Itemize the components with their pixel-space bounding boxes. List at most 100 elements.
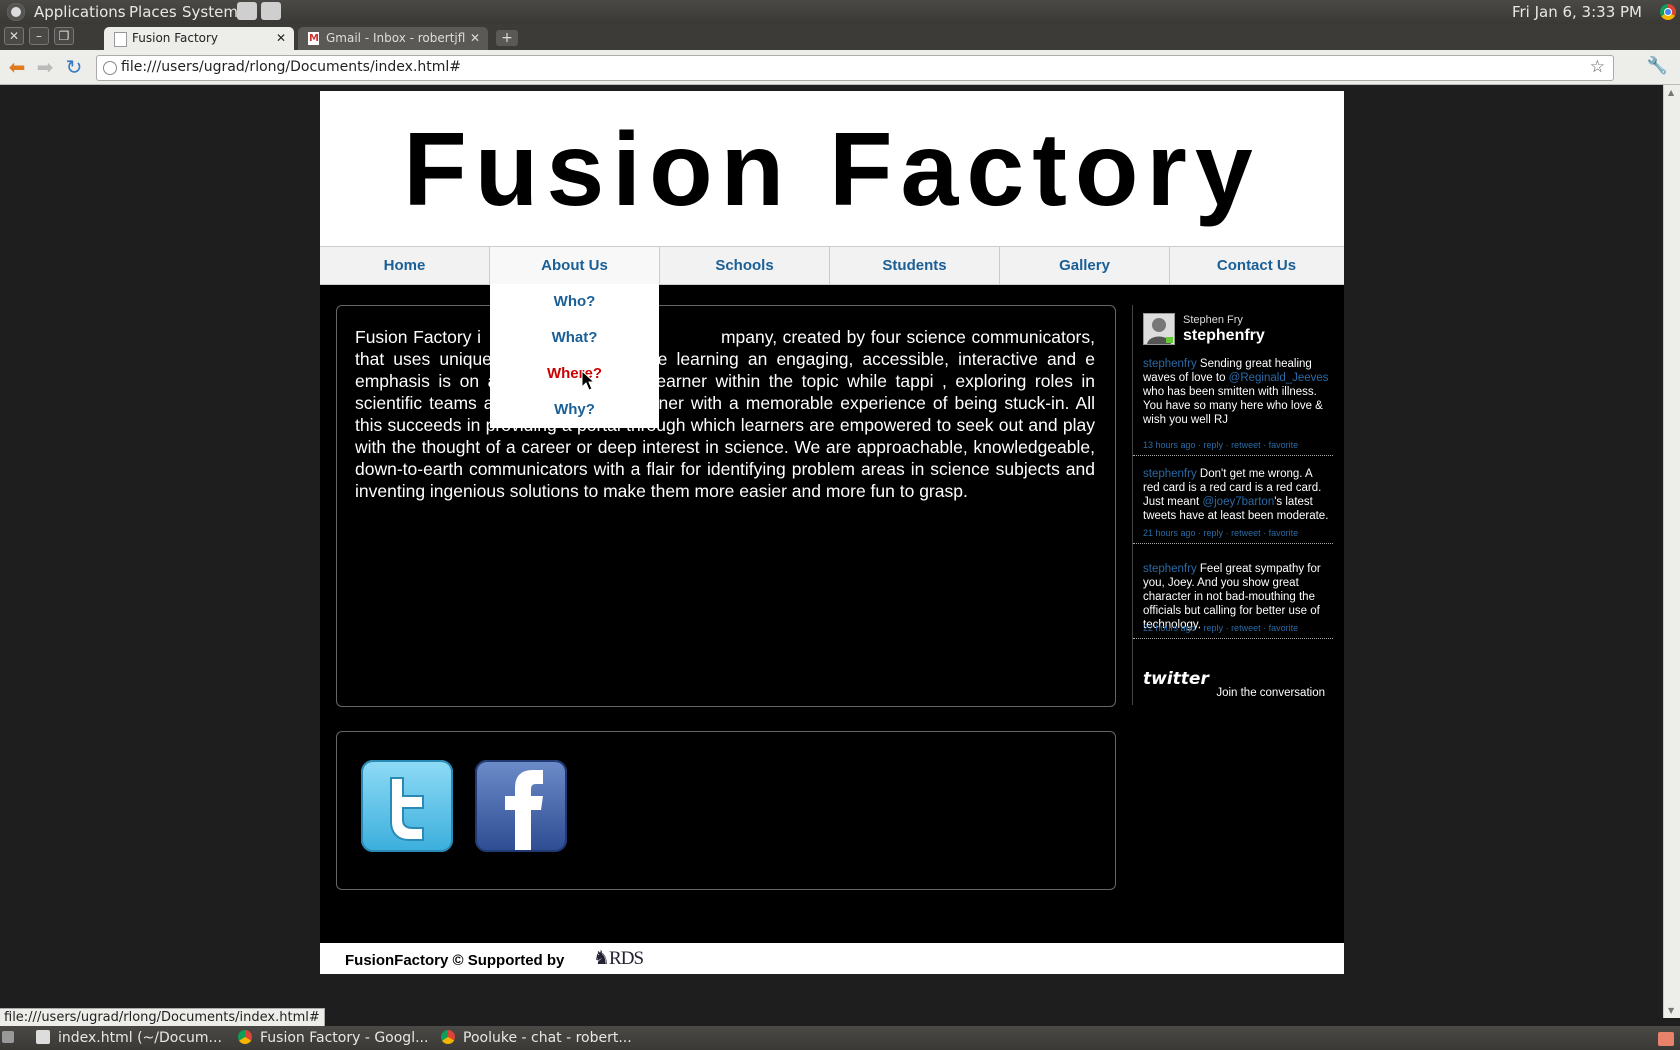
forward-arrow-icon[interactable]: ➡	[34, 56, 56, 78]
taskbar-item-editor[interactable]: index.html (~/Docum...	[36, 1029, 222, 1047]
chrome-icon	[238, 1030, 252, 1044]
tweet-favorite[interactable]: favorite	[1269, 623, 1299, 633]
mouse-cursor-icon	[581, 369, 596, 391]
dropdown-where[interactable]: Where?	[490, 365, 659, 382]
window-close-icon[interactable]: ✕	[4, 27, 24, 45]
tweet-item: stephenfry Feel great sympathy for you, …	[1133, 562, 1333, 639]
ubuntu-logo-icon[interactable]	[7, 3, 25, 21]
tab-label: Fusion Factory	[132, 31, 219, 45]
page-icon	[114, 32, 127, 47]
tweet-time[interactable]: 13 hours ago	[1143, 440, 1196, 450]
menu-system[interactable]: System	[182, 3, 238, 21]
tweet-retweet[interactable]: retweet	[1231, 623, 1261, 633]
nav-students[interactable]: Students	[830, 247, 1000, 284]
tweet-meta: 21 hours ago · reply · retweet · favorit…	[1143, 528, 1299, 538]
gmail-icon	[308, 27, 319, 50]
nav-home[interactable]: Home	[320, 247, 490, 284]
chrome-indicator-icon[interactable]	[1660, 4, 1676, 20]
trash-icon[interactable]	[1658, 1032, 1674, 1046]
tab-close-icon[interactable]: ✕	[276, 27, 286, 50]
facebook-f-icon[interactable]	[475, 760, 567, 852]
tweet-item: stephenfry Sending great healing waves o…	[1133, 357, 1333, 456]
tweet-reply[interactable]: reply	[1204, 528, 1224, 538]
nav-about-us[interactable]: About Us	[490, 247, 660, 284]
twitter-handle[interactable]: stephenfry	[1183, 327, 1265, 345]
tweet-body-end: who has been smitten with illness. You h…	[1143, 386, 1323, 426]
tweet-text: stephenfry Sending great healing waves o…	[1143, 357, 1329, 427]
menu-places[interactable]: Places	[129, 3, 177, 21]
wrench-menu-icon[interactable]: 🔧	[1647, 56, 1668, 76]
url-text[interactable]: file:///users/ugrad/rlong/Documents/inde…	[121, 59, 461, 75]
text-editor-icon	[36, 1030, 50, 1044]
tweet-retweet[interactable]: retweet	[1231, 528, 1261, 538]
rds-logo-text: RDS	[609, 948, 644, 969]
nav-schools[interactable]: Schools	[660, 247, 830, 284]
tab-gmail[interactable]: Gmail - Inbox - robertjflong ✕	[298, 27, 488, 50]
tab-close-icon[interactable]: ✕	[470, 27, 480, 50]
twitter-avatar[interactable]	[1143, 313, 1175, 345]
window-restore-icon[interactable]: ❐	[54, 27, 74, 45]
tweet-user-link[interactable]: stephenfry	[1143, 468, 1197, 480]
taskbar-label: index.html (~/Docum...	[58, 1030, 222, 1046]
tweet-item: stephenfry Don't get me wrong. A red car…	[1133, 467, 1333, 544]
reload-icon[interactable]: ↻	[63, 56, 85, 78]
dropdown-why[interactable]: Why?	[490, 401, 659, 418]
nav-contact-us[interactable]: Contact Us	[1170, 247, 1343, 284]
browser-toolbar: ⬅ ➡ ↻ file:///users/ugrad/rlong/Document…	[0, 50, 1680, 85]
twitter-bird-icon[interactable]	[361, 760, 453, 852]
tweet-time[interactable]: 22 hours ago	[1143, 623, 1196, 633]
main-nav: Home About Us Schools Students Gallery C…	[320, 246, 1344, 285]
social-panel	[336, 731, 1116, 890]
bookmark-star-icon[interactable]: ☆	[1590, 57, 1605, 77]
site-footer: FusionFactory © Supported by ♞RDS	[320, 943, 1344, 974]
menu-applications[interactable]: Applications	[34, 3, 126, 21]
address-bar[interactable]: file:///users/ugrad/rlong/Documents/inde…	[96, 55, 1614, 81]
tweet-mention-link[interactable]: @joey7barton	[1202, 496, 1274, 508]
nav-gallery[interactable]: Gallery	[1000, 247, 1170, 284]
tweet-reply[interactable]: reply	[1204, 440, 1224, 450]
tweet-user-link[interactable]: stephenfry	[1143, 563, 1197, 575]
tweet-favorite[interactable]: favorite	[1269, 528, 1299, 538]
taskbar-item-pooluke-chat[interactable]: Pooluke - chat - robert...	[441, 1029, 632, 1047]
window-minimize-icon[interactable]: –	[29, 27, 49, 45]
tweet-user-link[interactable]: stephenfry	[1143, 358, 1197, 370]
taskbar-label: Pooluke - chat - robert...	[463, 1030, 632, 1046]
twitter-logo[interactable]: twitter	[1143, 669, 1209, 689]
tweet-meta: 22 hours ago · reply · retweet · favorit…	[1143, 623, 1299, 633]
taskbar-item-fusion-factory[interactable]: Fusion Factory - Googl...	[238, 1029, 428, 1047]
site-title: Fusion Factory	[403, 112, 1261, 228]
twitter-widget: Stephen Fry stephenfry stephenfry Sendin…	[1132, 305, 1335, 705]
scroll-down-icon[interactable]: ▼	[1668, 1006, 1674, 1015]
dropdown-who[interactable]: Who?	[490, 293, 659, 310]
show-desktop-icon[interactable]	[2, 1031, 14, 1043]
scroll-up-icon[interactable]: ▲	[1668, 88, 1674, 97]
intro-panel: Fusion Factory i mpany, created by four s…	[336, 305, 1116, 707]
tab-fusion-factory[interactable]: Fusion Factory ✕	[104, 27, 294, 50]
footer-text: FusionFactory © Supported by	[345, 952, 565, 969]
status-bubble: file:///users/ugrad/rlong/Documents/inde…	[0, 1008, 325, 1027]
new-tab-button[interactable]: +	[496, 30, 518, 46]
mail-launcher-icon[interactable]	[261, 2, 281, 20]
tweet-time[interactable]: 21 hours ago	[1143, 528, 1196, 538]
vertical-scrollbar[interactable]: ▲ ▼	[1663, 85, 1680, 1018]
tweet-retweet[interactable]: retweet	[1231, 440, 1261, 450]
page-info-icon[interactable]	[103, 61, 117, 75]
top-panel: Applications Places System Fri Jan 6, 3:…	[0, 0, 1680, 24]
site-header: Fusion Factory	[320, 91, 1344, 246]
about-us-dropdown: Who? What? Where? Why?	[490, 284, 659, 428]
back-arrow-icon[interactable]: ⬅	[6, 56, 28, 78]
terminal-launcher-icon[interactable]	[237, 2, 257, 20]
panel-clock[interactable]: Fri Jan 6, 3:33 PM	[1512, 3, 1642, 21]
page-container: Fusion Factory Home About Us Schools Stu…	[320, 91, 1344, 974]
intro-text-rest: mpany, created by four science communica…	[355, 327, 1095, 501]
tweet-text: stephenfry Feel great sympathy for you, …	[1143, 562, 1329, 632]
dropdown-what[interactable]: What?	[490, 329, 659, 346]
tab-strip: ✕ – ❐ Fusion Factory ✕ Gmail - Inbox - r…	[0, 24, 1680, 50]
tweet-reply[interactable]: reply	[1204, 623, 1224, 633]
tweet-mention-link[interactable]: @Reginald_Jeeves	[1229, 372, 1329, 384]
tweet-favorite[interactable]: favorite	[1269, 440, 1299, 450]
web-viewport: Fusion Factory Home About Us Schools Stu…	[0, 85, 1664, 1018]
twitter-join-link[interactable]: Join the conversation	[1216, 687, 1325, 699]
rds-logo[interactable]: ♞RDS	[593, 947, 644, 970]
taskbar-label: Fusion Factory - Googl...	[260, 1030, 429, 1046]
